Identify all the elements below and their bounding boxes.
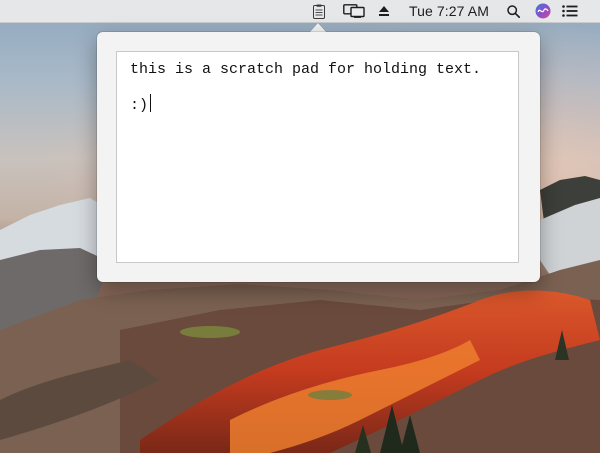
scratchpad-popover: this is a scratch pad for holding text. … [97,32,540,282]
menu-bar: Tue 7:27 AM [0,0,600,23]
scratchpad-line-2: :) [130,94,505,115]
notification-center-icon[interactable] [561,0,579,22]
scratchpad-icon[interactable] [310,0,328,22]
scratchpad-line-1: this is a scratch pad for holding text. [130,61,482,78]
display-mirroring-icon[interactable] [341,0,367,22]
scratchpad-line-2-text: :) [130,97,149,114]
siri-icon[interactable] [534,0,552,22]
text-caret [150,94,152,112]
scratchpad-text-area[interactable]: this is a scratch pad for holding text. … [116,51,519,263]
menubar-clock[interactable]: Tue 7:27 AM [405,0,493,22]
eject-icon[interactable] [377,0,391,22]
spotlight-search-icon[interactable] [505,0,521,22]
desktop: Tue 7:27 AM this is a scratch pad for ho… [0,0,600,453]
